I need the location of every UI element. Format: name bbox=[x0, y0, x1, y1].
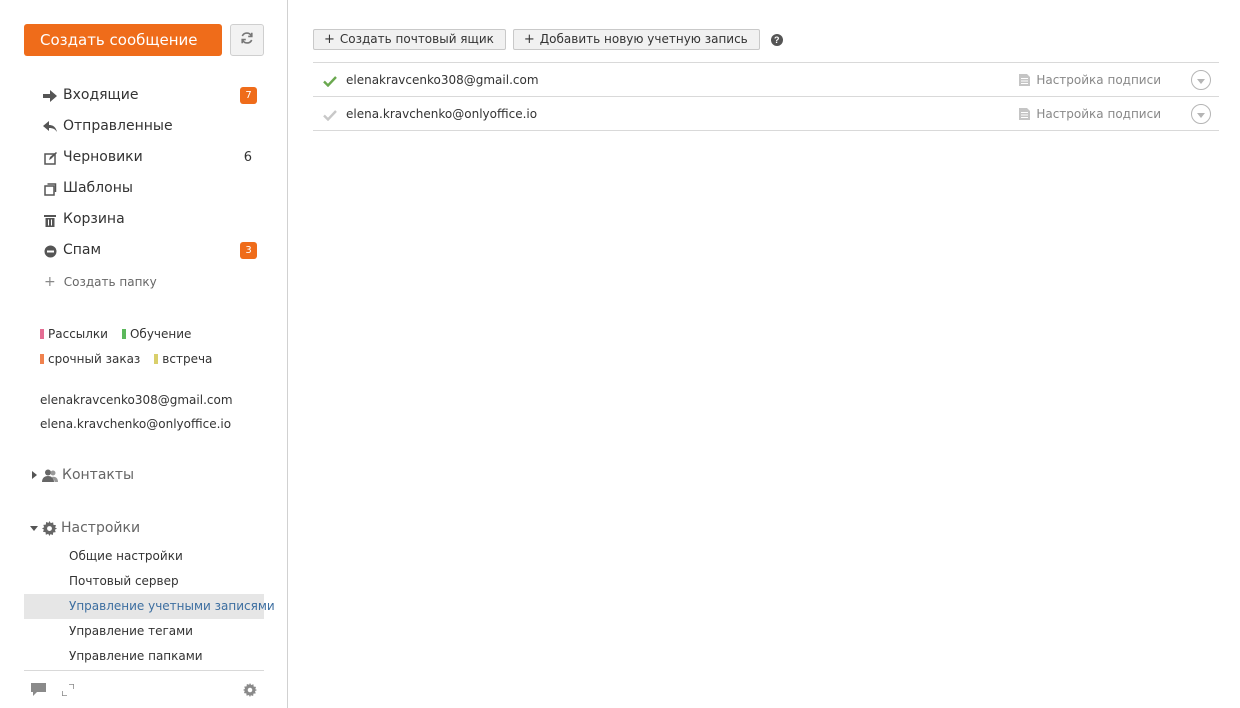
default-check-icon[interactable] bbox=[323, 74, 337, 92]
tag-label: срочный заказ bbox=[48, 351, 141, 366]
tag-color-swatch bbox=[154, 353, 159, 364]
gear-icon bbox=[42, 520, 57, 536]
gear-icon[interactable] bbox=[243, 683, 257, 702]
create-mailbox-label: Создать почтовый ящик bbox=[339, 32, 494, 46]
refresh-button[interactable] bbox=[230, 24, 264, 56]
signature-settings-link[interactable]: Настройка подписи bbox=[1019, 63, 1161, 97]
table-row: elena.kravchenko@onlyoffice.io Настройка… bbox=[313, 97, 1219, 131]
draft-count: 6 bbox=[243, 150, 252, 165]
signature-settings-label: Настройка подписи bbox=[1036, 73, 1161, 87]
folder-label: Черновики bbox=[63, 149, 143, 165]
sidebar-footer bbox=[24, 670, 264, 708]
plus-icon: + bbox=[523, 32, 535, 47]
chat-icon[interactable] bbox=[31, 683, 46, 701]
main-content: + Создать почтовый ящик + Добавить новую у… bbox=[313, 0, 1219, 708]
folder-inbox[interactable]: Входящие 7 bbox=[40, 80, 264, 111]
folder-templates[interactable]: Шаблоны bbox=[40, 173, 264, 204]
folder-drafts[interactable]: Черновики 6 bbox=[40, 142, 264, 173]
tag-row: Рассылки Обучение bbox=[40, 321, 270, 346]
folder-label: Корзина bbox=[63, 211, 125, 227]
settings-item-folders[interactable]: Управление папками bbox=[24, 644, 264, 669]
account-item-onlyoffice[interactable]: elena.kravchenko@onlyoffice.io bbox=[40, 416, 233, 440]
arrow-right-icon bbox=[43, 89, 57, 103]
row-menu-button[interactable] bbox=[1191, 70, 1211, 90]
create-folder-label: Создать папку bbox=[63, 275, 157, 289]
account-list: elenakravcenko308@gmail.com elena.kravch… bbox=[40, 392, 233, 440]
unread-badge: 7 bbox=[240, 87, 257, 104]
edit-icon bbox=[43, 151, 57, 165]
settings-section[interactable]: Настройки bbox=[30, 520, 140, 536]
create-mailbox-button[interactable]: + Создать почтовый ящик bbox=[313, 29, 506, 50]
table-row: elenakravcenko308@gmail.com Настройка по… bbox=[313, 63, 1219, 97]
folder-trash[interactable]: Корзина bbox=[40, 204, 264, 235]
chevron-down-icon bbox=[1197, 105, 1205, 123]
folder-label: Входящие bbox=[63, 87, 139, 103]
row-menu-button[interactable] bbox=[1191, 104, 1211, 124]
add-account-label: Добавить новую учетную запись bbox=[539, 32, 748, 46]
chevron-down-icon bbox=[1197, 71, 1205, 89]
folder-sent[interactable]: Отправленные bbox=[40, 111, 264, 142]
settings-list: Общие настройки Почтовый сервер Управлен… bbox=[24, 544, 275, 669]
add-account-button[interactable]: + Добавить новую учетную запись bbox=[512, 29, 760, 50]
folder-list: Входящие 7 Отправленные Черновики 6 Шабл… bbox=[40, 80, 264, 266]
caret-down-icon bbox=[30, 525, 38, 531]
spam-badge: 3 bbox=[240, 242, 257, 259]
folder-label: Шаблоны bbox=[63, 180, 133, 196]
caret-right-icon bbox=[30, 471, 38, 479]
folder-label: Спам bbox=[63, 242, 102, 258]
signature-settings-label: Настройка подписи bbox=[1036, 107, 1161, 121]
document-icon bbox=[1019, 74, 1031, 86]
tag-mailings[interactable]: Рассылки bbox=[40, 327, 108, 341]
document-icon bbox=[1019, 108, 1031, 120]
sidebar: Создать сообщение Входящие 7 Отправленны… bbox=[0, 0, 288, 708]
tag-label: встреча bbox=[162, 351, 213, 366]
tag-color-swatch bbox=[40, 353, 44, 364]
settings-label: Настройки bbox=[61, 520, 141, 536]
settings-item-tags[interactable]: Управление тегами bbox=[24, 619, 264, 644]
create-folder-link[interactable]: + Создать папку bbox=[44, 274, 157, 290]
tag-color-swatch bbox=[121, 328, 126, 339]
settings-item-mail-server[interactable]: Почтовый сервер bbox=[24, 569, 264, 594]
contacts-section[interactable]: Контакты bbox=[30, 467, 134, 483]
settings-item-general[interactable]: Общие настройки bbox=[24, 544, 264, 569]
contacts-icon bbox=[42, 469, 58, 482]
refresh-icon bbox=[240, 31, 254, 50]
expand-icon[interactable] bbox=[61, 683, 75, 701]
account-email: elena.kravchenko@onlyoffice.io bbox=[346, 107, 538, 121]
folder-label: Отправленные bbox=[63, 118, 173, 134]
default-check-icon[interactable] bbox=[323, 108, 337, 126]
compose-button[interactable]: Создать сообщение bbox=[24, 24, 222, 56]
tag-meeting[interactable]: встреча bbox=[154, 352, 212, 366]
account-table: elenakravcenko308@gmail.com Настройка по… bbox=[313, 62, 1219, 131]
tag-urgent-order[interactable]: срочный заказ bbox=[40, 352, 140, 366]
signature-settings-link[interactable]: Настройка подписи bbox=[1019, 97, 1161, 131]
help-icon[interactable]: ? bbox=[770, 33, 783, 46]
plus-icon: + bbox=[44, 274, 56, 290]
toolbar: + Создать почтовый ящик + Добавить новую у… bbox=[313, 29, 783, 50]
tag-list: Рассылки Обучение срочный заказ встреча bbox=[40, 321, 270, 371]
tag-row: срочный заказ встреча bbox=[40, 346, 270, 371]
trash-icon bbox=[43, 213, 57, 227]
templates-icon bbox=[43, 182, 57, 196]
account-item-gmail[interactable]: elenakravcenko308@gmail.com bbox=[40, 392, 233, 416]
plus-icon: + bbox=[324, 32, 335, 47]
tag-label: Обучение bbox=[129, 326, 192, 341]
folder-spam[interactable]: Спам 3 bbox=[40, 235, 264, 266]
reply-icon bbox=[43, 120, 57, 134]
settings-item-accounts[interactable]: Управление учетными записями bbox=[24, 594, 275, 619]
tag-label: Рассылки bbox=[48, 326, 108, 341]
contacts-label: Контакты bbox=[62, 467, 135, 483]
spam-icon bbox=[43, 244, 57, 258]
tag-training[interactable]: Обучение bbox=[121, 326, 192, 341]
account-email: elenakravcenko308@gmail.com bbox=[346, 73, 539, 87]
tag-color-swatch bbox=[40, 328, 44, 339]
